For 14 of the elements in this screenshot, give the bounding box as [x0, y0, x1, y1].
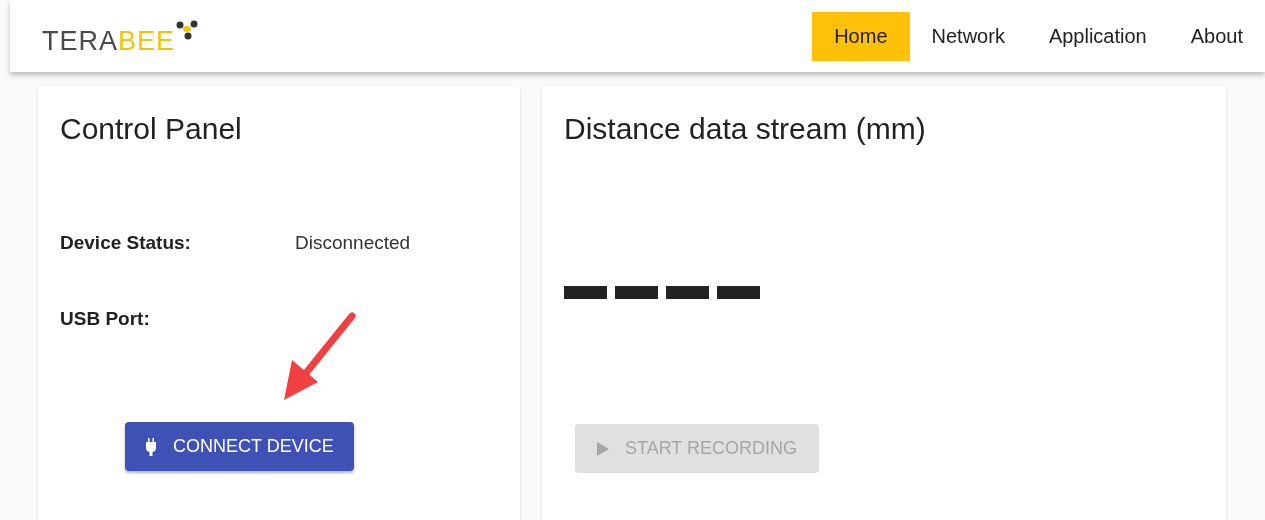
bee-icon: [175, 19, 200, 40]
nav-tab[interactable]: Network: [909, 11, 1027, 61]
nav-tab[interactable]: Home: [812, 11, 910, 61]
plug-icon: [145, 437, 157, 456]
card-title: Distance data stream (mm): [564, 112, 927, 146]
card-title: Control Panel: [60, 112, 243, 146]
field-value: Disconnected: [295, 232, 411, 254]
field-label: Device Status:: [60, 232, 192, 254]
connect-device-button[interactable]: CONNECT DEVICE: [125, 422, 354, 471]
logo[interactable]: TERABEE: [42, 15, 200, 57]
nav-tab[interactable]: Application: [1026, 11, 1169, 61]
play-icon: [597, 441, 609, 456]
field-label: USB Port:: [60, 308, 151, 330]
nav-tab[interactable]: About: [1168, 11, 1265, 61]
